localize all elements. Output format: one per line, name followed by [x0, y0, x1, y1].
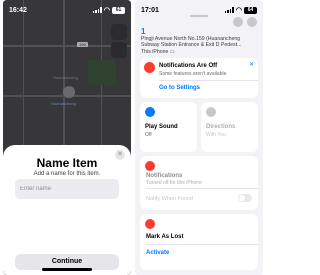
device-label: This iPhone ▭	[141, 48, 175, 55]
notify-when-found-toggle[interactable]	[238, 194, 252, 202]
address-text: Pingji Avenue North No.159 (Huanancheng …	[141, 35, 242, 49]
divider	[146, 244, 258, 245]
notif-subtitle: Some features aren't available	[159, 71, 227, 77]
status-icons: ◠ 64	[224, 6, 257, 14]
status-icons: ◠ 61	[92, 6, 125, 14]
play-icon	[145, 107, 155, 117]
directions-title: Directions	[206, 124, 236, 130]
wifi-icon: ◠	[235, 7, 242, 14]
bell-icon	[144, 62, 155, 73]
divider	[159, 80, 258, 81]
notif-title: Notifications Are Off	[159, 63, 218, 69]
mark-as-lost-card: Mark As Lost Activate	[140, 214, 258, 270]
lock-icon	[145, 219, 155, 229]
notifications-subtitle: Turned off for this iPhone	[146, 180, 202, 186]
status-bar: 17:01 ◠ 64	[135, 0, 263, 20]
sheet-subtitle: Add a name for this item.	[33, 171, 101, 177]
right-phone-screen: 17:01 ◠ 64 1 Pingji Avenue North No.159 …	[135, 0, 263, 275]
wifi-icon: ◠	[103, 7, 110, 14]
mark-as-lost-title: Mark As Lost	[146, 234, 184, 240]
status-time: 17:01	[141, 6, 159, 14]
signal-icon	[92, 7, 102, 13]
notifications-off-banner: Notifications Are Off Some features aren…	[140, 58, 258, 98]
directions-subtitle: With You	[206, 132, 226, 138]
home-indicator	[42, 268, 92, 271]
play-sound-status: Off	[145, 132, 152, 138]
location-number: 1	[141, 27, 146, 36]
status-bar: 16:42 ◠ 61	[3, 0, 131, 20]
divider	[146, 188, 258, 189]
device-battery-icon: ▭	[169, 48, 175, 55]
bell-icon	[145, 161, 155, 171]
left-phone-screen: 196 Huanancheng Huanancheng 16:42 ◠ 61 ✕…	[3, 0, 131, 275]
status-time: 16:42	[9, 6, 27, 14]
battery-icon: 64	[244, 6, 257, 14]
notify-when-found-label: Notify When Found	[146, 196, 194, 202]
notifications-title: Notifications	[146, 173, 183, 179]
battery-icon: 61	[112, 6, 125, 14]
go-to-settings-link[interactable]: Go to Settings	[159, 85, 200, 91]
close-icon[interactable]: ✕	[249, 61, 254, 68]
play-sound-button[interactable]: Play Sound Off	[140, 102, 197, 152]
signal-icon	[224, 7, 234, 13]
activate-button[interactable]: Activate	[146, 250, 169, 256]
directions-icon	[206, 107, 216, 117]
name-item-sheet: ✕ Name Item Add a name for this item. Co…	[3, 145, 131, 275]
location-address: 1 Pingji Avenue North No.159 (Huananchen…	[141, 27, 257, 55]
directions-button[interactable]: Directions With You	[201, 102, 258, 152]
sheet-title: Name Item	[36, 156, 98, 170]
play-sound-title: Play Sound	[145, 124, 178, 130]
name-input[interactable]	[15, 179, 119, 199]
notifications-card: Notifications Turned off for this iPhone…	[140, 156, 258, 210]
